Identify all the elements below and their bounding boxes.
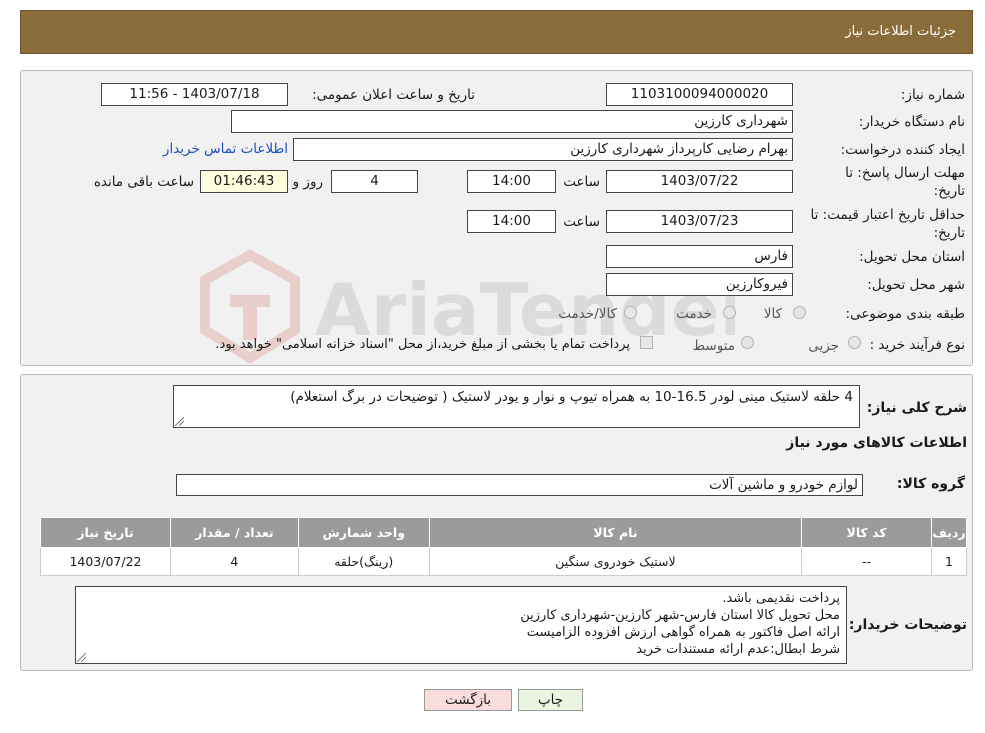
- process-radio-minor[interactable]: [848, 336, 861, 349]
- deadline-label-line2: تاریخ:: [933, 183, 965, 199]
- deadline-time-label: ساعت: [563, 174, 600, 190]
- cell-need-date: 1403/07/22: [40, 547, 171, 576]
- goods-table: ردیف کد کالا نام کالا واحد شمارش تعداد /…: [40, 517, 967, 576]
- page-title: جزئیات اطلاعات نیاز: [845, 24, 956, 39]
- buyer-note-line-1: پرداخت نقدیمی باشد.: [722, 591, 840, 606]
- creator-label: ایجاد کننده درخواست:: [840, 142, 965, 158]
- validity-label: حداقل تاریخ اعتبار قیمت: تا تاریخ:: [811, 206, 965, 242]
- validity-time-field: 14:00: [467, 210, 556, 233]
- buyer-note-line-2: محل تحویل کالا استان فارس-شهر کارزین-شهر…: [520, 608, 840, 623]
- province-field: فارس: [606, 245, 793, 268]
- goods-table-header: ردیف کد کالا نام کالا واحد شمارش تعداد /…: [40, 517, 967, 548]
- process-option-minor: جزیی: [808, 338, 839, 354]
- creator-field: بهرام رضایی کارپرداز شهرداری کارزین: [293, 138, 793, 161]
- validity-label-line1: حداقل تاریخ اعتبار قیمت: تا: [810, 207, 965, 223]
- days-label: روز و: [292, 174, 323, 190]
- cell-row: 1: [931, 547, 967, 576]
- validity-time-label: ساعت: [563, 214, 600, 230]
- cell-name: لاستیک خودروی سنگین: [428, 547, 803, 576]
- deadline-label: مهلت ارسال پاسخ: تا تاریخ:: [845, 164, 965, 200]
- validity-date-field: 1403/07/23: [606, 210, 793, 233]
- cell-unit: (رینگ)حلقه: [297, 547, 430, 576]
- need-number-field: 1103100094000020: [606, 83, 793, 106]
- announce-datetime-field: 1403/07/18 - 11:56: [101, 83, 288, 106]
- col-unit: واحد شمارش: [297, 517, 430, 548]
- summary-text: 4 حلقه لاستیک مینی لودر 16.5-10 به همراه…: [173, 385, 860, 428]
- buyer-org-field: شهرداری کارزین: [231, 110, 793, 133]
- process-radio-medium[interactable]: [741, 336, 754, 349]
- buyer-notes-text: پرداخت نقدیمی باشد. محل تحویل کالا استان…: [75, 586, 847, 664]
- print-button[interactable]: چاپ: [518, 689, 583, 711]
- remaining-time-label: ساعت باقی مانده: [93, 174, 194, 190]
- deadline-label-line1: مهلت ارسال پاسخ: تا: [845, 165, 965, 181]
- days-field: 4: [331, 170, 418, 193]
- buyer-note-line-4: شرط ابطال:عدم ارائه مستندات خرید: [636, 642, 840, 657]
- resize-handle-icon[interactable]: [175, 417, 184, 426]
- goods-info-title: اطلاعات کالاهای مورد نیاز: [786, 435, 967, 451]
- cell-code: --: [801, 547, 933, 576]
- category-radio-service[interactable]: [723, 306, 736, 319]
- buyer-contact-link[interactable]: اطلاعات تماس خریدار: [163, 141, 288, 157]
- col-quantity: تعداد / مقدار: [169, 517, 299, 548]
- remaining-time-field: 01:46:43: [200, 170, 288, 193]
- col-row: ردیف: [931, 517, 967, 548]
- city-label: شهر محل تحویل:: [867, 277, 965, 293]
- col-need-date: تاریخ نیاز: [40, 517, 171, 548]
- category-option-goods-service: کالا/خدمت: [558, 306, 617, 322]
- goods-group-field: لوازم خودرو و ماشین آلات: [176, 474, 863, 496]
- resize-handle-icon[interactable]: [77, 653, 86, 662]
- announce-label: تاریخ و ساعت اعلان عمومی:: [312, 87, 475, 103]
- category-option-goods: کالا: [763, 306, 782, 322]
- payment-note: پرداخت تمام یا بخشی از مبلغ خرید،از محل …: [215, 337, 630, 352]
- category-label: طبقه بندی موضوعی:: [845, 306, 965, 322]
- col-name: نام کالا: [428, 517, 803, 548]
- process-label: نوع فرآیند خرید :: [869, 337, 965, 353]
- province-label: استان محل تحویل:: [859, 249, 965, 265]
- goods-group-label: گروه کالا:: [896, 476, 965, 492]
- validity-label-line2: تاریخ:: [933, 225, 965, 241]
- need-number-label: شماره نیاز:: [900, 87, 965, 103]
- category-radio-goods[interactable]: [793, 306, 806, 319]
- city-field: فیروکارزین: [606, 273, 793, 296]
- table-row: 1 -- لاستیک خودروی سنگین (رینگ)حلقه 4 14…: [40, 547, 967, 576]
- buyer-note-line-3: ارائه اصل فاکتور به همراه گواهی ارزش افز…: [526, 625, 840, 640]
- back-button[interactable]: بازگشت: [424, 689, 512, 711]
- category-option-service: خدمت: [676, 306, 712, 322]
- col-code: کد کالا: [801, 517, 933, 548]
- cell-quantity: 4: [169, 547, 299, 576]
- deadline-date-field: 1403/07/22: [606, 170, 793, 193]
- buyer-org-label: نام دستگاه خریدار:: [858, 114, 965, 130]
- summary-label: شرح کلی نیاز:: [866, 400, 967, 416]
- page-header: جزئیات اطلاعات نیاز: [20, 10, 973, 54]
- treasury-payment-checkbox[interactable]: [640, 336, 653, 349]
- buyer-notes-label: توضیحات خریدار:: [848, 617, 967, 633]
- category-radio-goods-service[interactable]: [624, 306, 637, 319]
- deadline-time-field: 14:00: [467, 170, 556, 193]
- process-option-medium: متوسط: [692, 338, 735, 354]
